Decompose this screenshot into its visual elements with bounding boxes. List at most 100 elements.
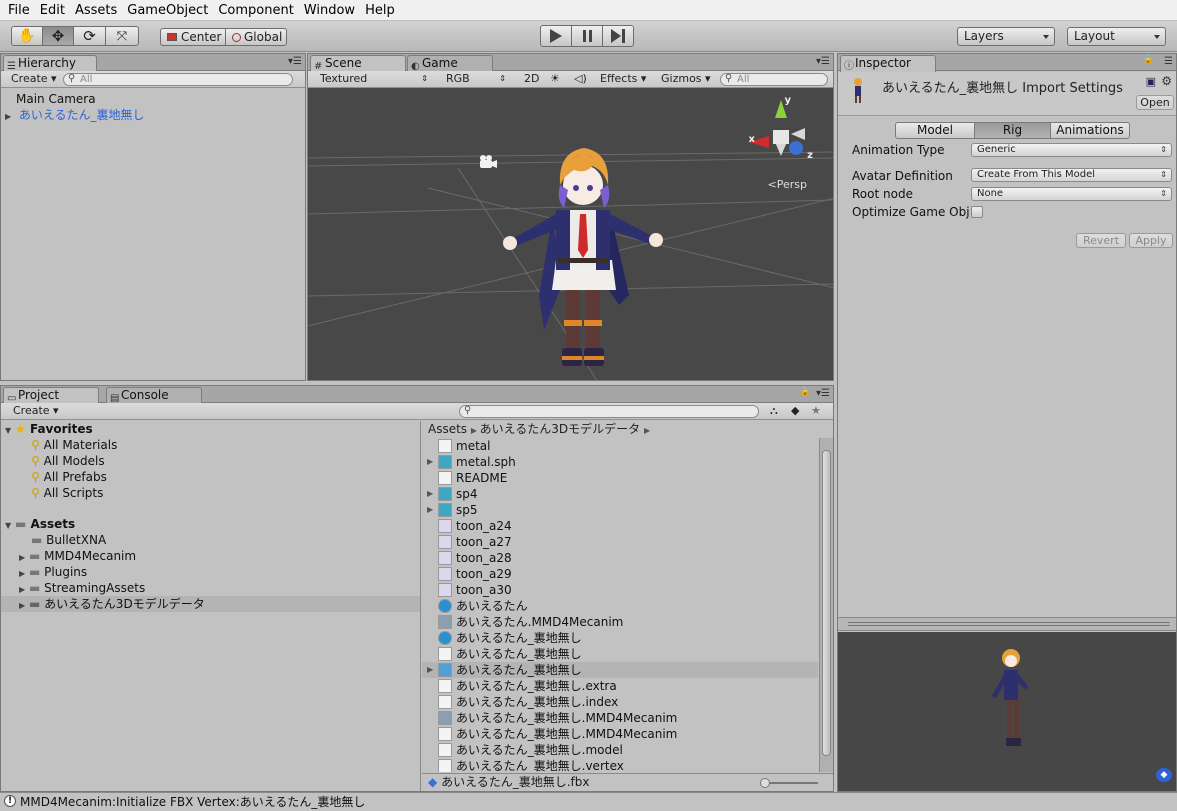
apply-button[interactable]: Apply bbox=[1129, 233, 1173, 248]
tab-scene[interactable]: # Scene bbox=[310, 55, 406, 72]
preview-drag-handle[interactable] bbox=[848, 622, 1170, 626]
menu-window[interactable]: Window bbox=[300, 0, 359, 21]
help-icon[interactable]: ▣ bbox=[1146, 75, 1156, 88]
project-create-button[interactable]: Create ▾ bbox=[9, 404, 59, 418]
tab-game[interactable]: ◐ Game bbox=[407, 55, 493, 72]
expand-arrow-icon[interactable]: ▶ bbox=[427, 502, 433, 518]
filter-by-label-icon[interactable]: ◆ bbox=[787, 404, 799, 418]
avatar-definition-dropdown[interactable]: Create From This Model ⇕ bbox=[971, 168, 1172, 182]
render-mode-dropdown[interactable]: RGB ⇕ bbox=[442, 72, 510, 86]
gear-icon[interactable]: ⚙ bbox=[1161, 74, 1172, 88]
menu-edit[interactable]: Edit bbox=[36, 0, 69, 21]
menu-assets[interactable]: Assets bbox=[71, 0, 121, 21]
panel-menu-icon[interactable]: ☰ bbox=[1164, 56, 1173, 67]
tab-rig[interactable]: Rig bbox=[974, 122, 1051, 139]
asset-row[interactable]: ▶ sp5 bbox=[422, 502, 818, 518]
zoom-slider-handle[interactable] bbox=[760, 778, 770, 788]
expand-arrow-icon[interactable]: ▼ bbox=[5, 518, 15, 534]
expand-arrow-icon[interactable]: ▶ bbox=[427, 486, 433, 502]
menu-help[interactable]: Help bbox=[361, 0, 399, 21]
gizmos-dropdown[interactable]: Gizmos ▾ bbox=[657, 72, 711, 86]
folder-plugins[interactable]: ▶ ▬ Plugins bbox=[19, 564, 87, 580]
zoom-slider[interactable] bbox=[760, 778, 818, 788]
asset-row[interactable]: あいえるたん_裏地無し bbox=[422, 630, 818, 646]
panel-menu-icon[interactable]: ▾☰ bbox=[288, 56, 302, 67]
effects-dropdown[interactable]: Effects ▾ bbox=[596, 72, 646, 86]
asset-row[interactable]: toon_a27 bbox=[422, 534, 818, 550]
breadcrumb-item[interactable]: Assets bbox=[428, 422, 467, 436]
panel-menu-icon[interactable]: ▾☰ bbox=[816, 56, 830, 67]
hierarchy-item-main-camera[interactable]: Main Camera bbox=[16, 91, 96, 107]
character-model[interactable] bbox=[494, 130, 674, 380]
expand-arrow-icon[interactable]: ▶ bbox=[5, 109, 15, 125]
move-tool-button[interactable]: ✥ bbox=[42, 26, 74, 46]
pause-button[interactable] bbox=[571, 25, 603, 47]
revert-button[interactable]: Revert bbox=[1076, 233, 1126, 248]
tab-hierarchy[interactable]: ☰ Hierarchy bbox=[3, 55, 97, 72]
tab-inspector[interactable]: ⓘ Inspector bbox=[840, 55, 936, 72]
shading-mode-dropdown[interactable]: Textured ⇕ bbox=[316, 72, 432, 86]
step-button[interactable] bbox=[602, 25, 634, 47]
asset-row[interactable]: toon_a30 bbox=[422, 582, 818, 598]
expand-arrow-icon[interactable]: ▶ bbox=[427, 662, 433, 678]
menu-component[interactable]: Component bbox=[214, 0, 297, 21]
projection-label[interactable]: <Persp bbox=[768, 178, 807, 191]
breadcrumb-item[interactable]: あいえるたん3Dモデルデータ bbox=[480, 422, 641, 436]
folder-bulletxna[interactable]: ▬ BulletXNA bbox=[31, 532, 106, 548]
asset-row[interactable]: あいえるたん_裏地無し.extra bbox=[422, 678, 818, 694]
scene-search-input[interactable]: ⚲ All bbox=[720, 73, 828, 86]
label-tag-icon[interactable]: ◆ bbox=[1156, 768, 1172, 782]
asset-row[interactable]: ▶ sp4 bbox=[422, 486, 818, 502]
asset-list-scrollbar[interactable] bbox=[819, 438, 833, 772]
lock-icon[interactable]: 🔒 bbox=[1143, 55, 1154, 65]
asset-row[interactable]: あいえるたん_裏地無し.vertex bbox=[422, 758, 818, 772]
asset-row[interactable]: ▶ metal.sph bbox=[422, 454, 818, 470]
favorite-all-scripts[interactable]: ⚲ All Scripts bbox=[31, 485, 103, 501]
assets-root-folder[interactable]: ▼ ▬ Assets bbox=[5, 516, 75, 532]
asset-row[interactable]: あいえるたん bbox=[422, 598, 818, 614]
asset-row[interactable]: ▶ あいえるたん_裏地無し bbox=[422, 662, 818, 678]
asset-row[interactable]: toon_a24 bbox=[422, 518, 818, 534]
asset-row[interactable]: README bbox=[422, 470, 818, 486]
scale-tool-button[interactable]: ⤧ bbox=[105, 26, 139, 46]
asset-row[interactable]: あいえるたん_裏地無し.index bbox=[422, 694, 818, 710]
tab-animations[interactable]: Animations bbox=[1050, 122, 1130, 139]
layers-dropdown[interactable]: Layers bbox=[957, 27, 1055, 46]
optimize-game-objects-checkbox[interactable] bbox=[971, 206, 983, 218]
animation-type-dropdown[interactable]: Generic ⇕ bbox=[971, 143, 1172, 157]
filter-by-type-icon[interactable]: ⛬ bbox=[766, 404, 778, 418]
expand-arrow-icon[interactable]: ▼ bbox=[5, 423, 15, 439]
root-node-dropdown[interactable]: None ⇕ bbox=[971, 187, 1172, 201]
layout-dropdown[interactable]: Layout bbox=[1067, 27, 1166, 46]
favorite-all-materials[interactable]: ⚲ All Materials bbox=[31, 437, 117, 453]
rotate-tool-button[interactable]: ⟳ bbox=[73, 26, 106, 46]
mode-2d-toggle[interactable]: 2D bbox=[520, 72, 539, 86]
favorites-header[interactable]: ▼ ★ Favorites bbox=[5, 421, 93, 437]
menu-file[interactable]: File bbox=[4, 0, 34, 21]
expand-arrow-icon[interactable]: ▶ bbox=[19, 598, 29, 614]
open-button[interactable]: Open bbox=[1136, 95, 1174, 110]
folder-mmd4mecanim[interactable]: ▶ ▬ MMD4Mecanim bbox=[19, 548, 136, 564]
pivot-center-button[interactable]: Center bbox=[160, 28, 226, 46]
audio-toggle[interactable]: ◁) bbox=[570, 72, 587, 86]
scrollbar-thumb[interactable] bbox=[822, 450, 831, 756]
folder-streamingassets[interactable]: ▶ ▬ StreamingAssets bbox=[19, 580, 145, 596]
model-preview[interactable]: ◆ bbox=[838, 632, 1176, 791]
favorite-all-prefabs[interactable]: ⚲ All Prefabs bbox=[31, 469, 107, 485]
folder-model-data[interactable]: ▶ ▬ あいえるたん3Dモデルデータ bbox=[1, 596, 420, 612]
asset-row[interactable]: あいえるたん_裏地無し.MMD4Mecanim bbox=[422, 710, 818, 726]
hierarchy-search-input[interactable]: ⚲ All bbox=[63, 73, 293, 86]
project-search-input[interactable]: ⚲ bbox=[459, 405, 759, 418]
asset-row[interactable]: あいえるたん.MMD4Mecanim bbox=[422, 614, 818, 630]
asset-row[interactable]: metal bbox=[422, 438, 818, 454]
hierarchy-item-model[interactable]: ▶ あいえるたん_裏地無し bbox=[5, 107, 144, 123]
preview-header[interactable] bbox=[838, 617, 1176, 631]
space-global-button[interactable]: Global bbox=[225, 28, 287, 46]
hand-tool-button[interactable]: ✋ bbox=[11, 26, 43, 46]
tab-model[interactable]: Model bbox=[895, 122, 975, 139]
menu-gameobject[interactable]: GameObject bbox=[123, 0, 212, 21]
scene-viewport[interactable]: y x z <Persp bbox=[308, 88, 833, 380]
asset-row[interactable]: あいえるたん_裏地無し bbox=[422, 646, 818, 662]
expand-arrow-icon[interactable]: ▶ bbox=[427, 454, 433, 470]
favorite-star-icon[interactable]: ★ bbox=[807, 404, 821, 418]
